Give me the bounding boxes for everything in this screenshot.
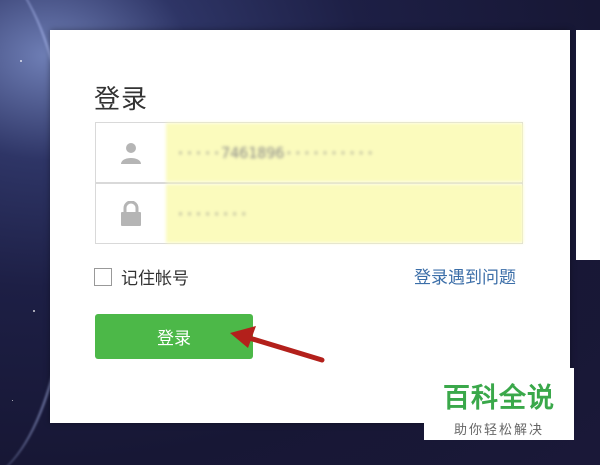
watermark-title: 百科全说 (443, 383, 555, 414)
user-icon (96, 123, 166, 182)
background-star (33, 310, 35, 312)
username-field (95, 122, 523, 183)
username-input[interactable] (166, 123, 523, 182)
password-field (95, 183, 523, 244)
watermark: 百科全说 助你轻松解决 (424, 368, 574, 440)
page-background: 登录 记住帐号 登录遇到问题 登录 (0, 0, 600, 465)
remember-label: 记住帐号 (121, 269, 189, 289)
remember-checkbox[interactable] (94, 267, 112, 286)
remember-account-option[interactable]: 记住帐号 (94, 264, 189, 289)
background-star (12, 400, 13, 401)
lock-icon (96, 184, 166, 243)
password-input[interactable] (166, 184, 523, 243)
background-star (20, 60, 22, 62)
watermark-subtitle: 助你轻松解决 (453, 423, 544, 438)
side-panel (576, 30, 600, 260)
login-card: 登录 记住帐号 登录遇到问题 登录 (50, 30, 570, 423)
login-title: 登录 (94, 85, 149, 115)
login-help-link[interactable]: 登录遇到问题 (414, 263, 516, 288)
login-button[interactable]: 登录 (95, 314, 253, 359)
